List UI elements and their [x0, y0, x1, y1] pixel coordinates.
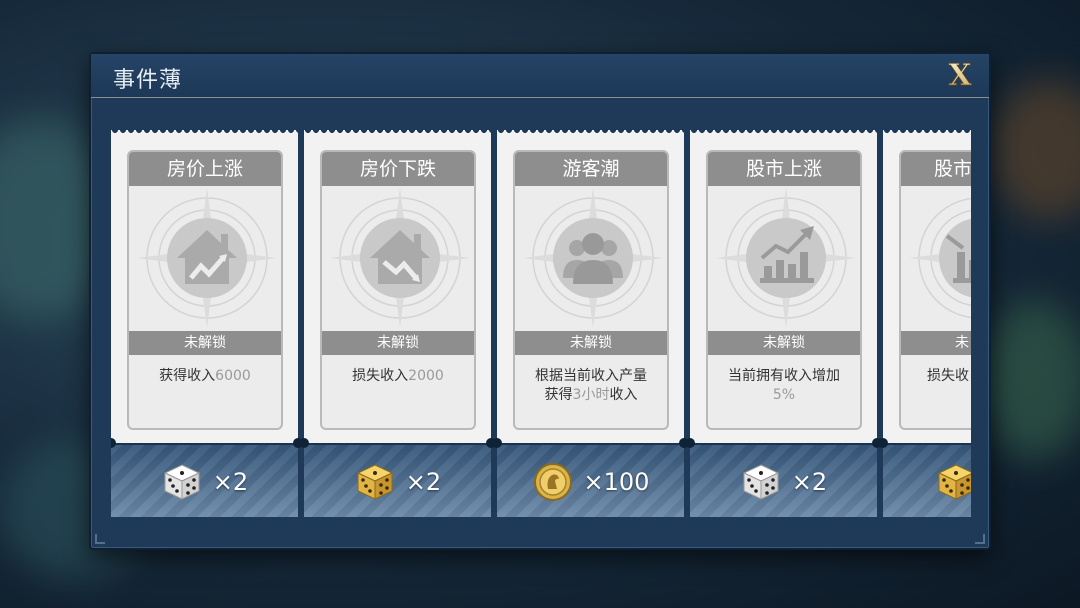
reward-amount: ×2: [791, 468, 828, 496]
event-card[interactable]: 股市 未 损失收: [878, 130, 971, 520]
corner-ornament: [95, 534, 105, 544]
desc-text: 损失收: [927, 368, 969, 384]
reward-amount: ×2: [405, 468, 442, 496]
card-description: 损失收: [901, 355, 971, 425]
card-art: [322, 186, 474, 331]
card-art: [708, 186, 860, 331]
card-title: 房价上涨: [129, 152, 281, 186]
ticket-notch: [492, 438, 502, 448]
dialog-header: 事件薄 X: [91, 54, 989, 98]
close-button[interactable]: X: [943, 58, 977, 94]
reward-section: [883, 443, 971, 517]
card-inner: 股市上涨 未解锁 当前拥有收入增加 5%: [706, 150, 862, 430]
people-group-icon: [563, 233, 623, 284]
ticket-notch: [878, 438, 888, 448]
gold-dice-icon: [356, 464, 393, 500]
card-inner: 游客潮 未解锁 根据当前收入产量 获得3小时收入: [513, 150, 669, 430]
card-title: 股市上涨: [708, 152, 860, 186]
svg-text:X: X: [948, 58, 972, 92]
card-art: [129, 186, 281, 331]
stock-up-icon: [760, 226, 814, 283]
reward-amount: ×2: [212, 468, 249, 496]
card-description: 根据当前收入产量 获得3小时收入: [515, 355, 667, 425]
dialog-title: 事件薄: [113, 68, 183, 93]
event-card-list[interactable]: 房价上涨 未解锁 获得收入6000 ×2 房价下跌 未解锁 损失收入2000 ×…: [111, 130, 971, 520]
card-description: 当前拥有收入增加 5%: [708, 355, 860, 425]
card-inner: 房价下跌 未解锁 损失收入2000: [320, 150, 476, 430]
reward-section: ×2: [111, 443, 298, 517]
event-card[interactable]: 房价上涨 未解锁 获得收入6000 ×2: [111, 130, 303, 520]
stock-down-icon: [945, 234, 971, 283]
desc-value: 5%: [772, 387, 796, 403]
card-inner: 房价上涨 未解锁 获得收入6000: [127, 150, 283, 430]
reward-amount: ×100: [583, 468, 650, 496]
reward: ×2: [111, 445, 298, 519]
desc-value: 2000: [408, 368, 444, 384]
card-title: 股市: [901, 152, 971, 186]
lock-status: 未解锁: [708, 331, 860, 355]
desc-text: 获得: [544, 387, 573, 403]
card-art: [901, 186, 971, 331]
desc-text: 收入: [609, 387, 638, 403]
desc-text: 获得收入: [159, 368, 216, 384]
lock-status: 未: [901, 331, 971, 355]
background-blur: [980, 300, 1080, 460]
reward: ×100: [497, 445, 684, 519]
card-title: 房价下跌: [322, 152, 474, 186]
house-down-icon: [370, 230, 430, 284]
event-book-dialog: 事件薄 X 房价上涨 未解锁 获得收入6000 ×2 房价下跌 未解锁 损失收入…: [89, 52, 991, 550]
gold-coin-icon: [533, 463, 572, 501]
reward: ×2: [690, 445, 877, 519]
event-card[interactable]: 游客潮 未解锁 根据当前收入产量 获得3小时收入 ×100: [492, 130, 689, 520]
reward-section: ×2: [690, 443, 877, 517]
reward-section: ×100: [497, 443, 684, 517]
card-title: 游客潮: [515, 152, 667, 186]
card-description: 损失收入2000: [322, 355, 474, 425]
lock-status: 未解锁: [129, 331, 281, 355]
house-up-icon: [177, 230, 237, 284]
gold-dice-icon: [937, 464, 971, 500]
card-description: 获得收入6000: [129, 355, 281, 425]
ticket-notch: [299, 438, 309, 448]
desc-value: 6000: [215, 368, 251, 384]
desc-value: 3小时: [572, 387, 610, 403]
desc-text: 根据当前收入产量: [535, 368, 647, 384]
close-icon: X: [948, 58, 973, 94]
background-blur: [990, 80, 1080, 220]
event-card[interactable]: 房价下跌 未解锁 损失收入2000 ×2: [299, 130, 496, 520]
desc-line-2: 获得3小时收入: [523, 386, 659, 405]
card-inner: 股市 未 损失收: [899, 150, 971, 430]
lock-status: 未解锁: [322, 331, 474, 355]
event-card[interactable]: 股市上涨 未解锁 当前拥有收入增加 5% ×2: [685, 130, 882, 520]
reward: ×2: [304, 445, 491, 519]
white-dice-icon: [742, 464, 779, 500]
white-dice-icon: [163, 464, 200, 500]
desc-text: 损失收入: [352, 368, 409, 384]
card-art: [515, 186, 667, 331]
desc-text: 当前拥有收入增加: [728, 368, 840, 384]
reward: [883, 445, 971, 519]
lock-status: 未解锁: [515, 331, 667, 355]
ticket-notch: [685, 438, 695, 448]
corner-ornament: [975, 534, 985, 544]
reward-section: ×2: [304, 443, 491, 517]
